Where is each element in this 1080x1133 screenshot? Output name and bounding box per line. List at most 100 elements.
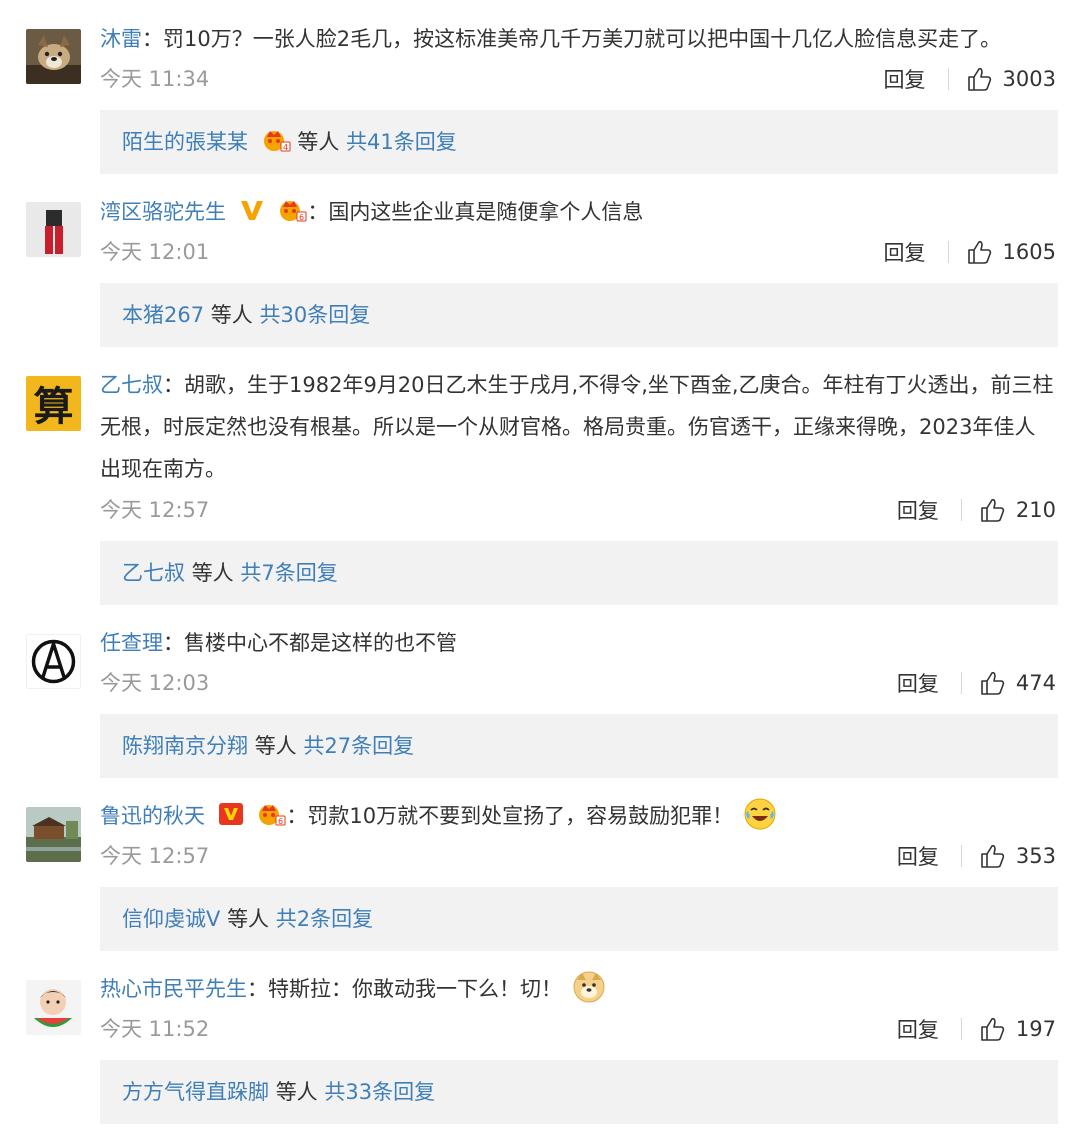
divider bbox=[960, 672, 962, 694]
doge-emoji bbox=[573, 971, 605, 1003]
avatar[interactable] bbox=[26, 807, 81, 862]
like-button[interactable]: 3003 bbox=[967, 66, 1056, 92]
thumbs-up-icon bbox=[981, 1017, 1005, 1041]
comment-text: 乙七叔：胡歌，生于1982年9月20日乙木生于戌月,不得令,坐下酉金,乙庚合。年… bbox=[100, 373, 1054, 481]
username[interactable]: 鲁迅的秋天 bbox=[100, 804, 205, 828]
reply-summary-total[interactable]: 共33条回复 bbox=[324, 1080, 435, 1104]
divider bbox=[947, 241, 949, 263]
timestamp: 今天 12:57 bbox=[100, 844, 210, 868]
thumbs-up-icon bbox=[981, 844, 1005, 868]
avatar[interactable] bbox=[26, 29, 81, 84]
svg-text:4: 4 bbox=[283, 143, 288, 152]
thumbs-up-icon bbox=[967, 240, 991, 264]
reply-button[interactable]: 回复 bbox=[897, 495, 939, 525]
reply-button[interactable]: 回复 bbox=[884, 64, 926, 94]
like-count: 197 bbox=[1015, 1017, 1056, 1041]
reply-summary-total[interactable]: 共41条回复 bbox=[346, 130, 457, 154]
divider bbox=[960, 1018, 962, 1040]
divider bbox=[960, 499, 962, 521]
comment-body: 胡歌，生于1982年9月20日乙木生于戌月,不得令,坐下酉金,乙庚合。年柱有丁火… bbox=[100, 373, 1054, 481]
avatar[interactable]: 算 bbox=[26, 376, 81, 431]
comment-text: 湾区骆驼先生 6 ：国内这些企业真是随便拿个人信息 bbox=[100, 200, 644, 224]
like-count: 3003 bbox=[1002, 67, 1056, 91]
thumbs-up-icon bbox=[981, 671, 1005, 695]
reply-summary-total[interactable]: 共2条回复 bbox=[276, 907, 373, 931]
comment-meta: 今天 12:01 回复 1605 bbox=[100, 232, 1056, 272]
reply-button[interactable]: 回复 bbox=[884, 237, 926, 267]
comment-body: 国内这些企业真是随便拿个人信息 bbox=[328, 200, 644, 224]
reply-button[interactable]: 回复 bbox=[897, 1014, 939, 1044]
reply-summary-user[interactable]: 本猪267 bbox=[122, 303, 204, 327]
timestamp: 今天 11:52 bbox=[100, 1017, 210, 1041]
reply-summary-user[interactable]: 信仰虔诚V bbox=[122, 907, 220, 931]
comment-body: 罚10万？一张人脸2毛几，按这标准美帝几千万美刀就可以把中国十几亿人脸信息买走了… bbox=[163, 27, 1002, 51]
avatar[interactable] bbox=[26, 980, 81, 1035]
thumbs-up-icon bbox=[981, 498, 1005, 522]
username[interactable]: 沐雷 bbox=[100, 27, 142, 51]
reply-summary[interactable]: 方方气得直跺脚 等人 共33条回复 bbox=[100, 1060, 1058, 1124]
reply-button[interactable]: 回复 bbox=[897, 668, 939, 698]
reply-summary-total[interactable]: 共27条回复 bbox=[303, 734, 414, 758]
comment-text: 鲁迅的秋天 6 ：罚款10万就不要到处宣扬了，容易鼓励犯罪！ bbox=[100, 795, 1056, 837]
like-count: 353 bbox=[1015, 844, 1056, 868]
verified-v-icon bbox=[240, 201, 263, 220]
reply-summary-mid: 等人 bbox=[227, 907, 270, 931]
username[interactable]: 乙七叔 bbox=[100, 373, 163, 397]
svg-text:6: 6 bbox=[278, 817, 283, 826]
like-button[interactable]: 474 bbox=[980, 670, 1056, 696]
like-button[interactable]: 197 bbox=[980, 1016, 1056, 1042]
divider bbox=[947, 68, 949, 90]
reply-summary-user[interactable]: 方方气得直跺脚 bbox=[122, 1080, 269, 1104]
reply-summary[interactable]: 乙七叔 等人 共7条回复 bbox=[100, 541, 1058, 605]
like-button[interactable]: 353 bbox=[980, 843, 1056, 869]
comment-body: 售楼中心不都是这样的也不管 bbox=[184, 631, 457, 655]
reply-summary[interactable]: 信仰虔诚V 等人 共2条回复 bbox=[100, 887, 1058, 951]
avatar[interactable] bbox=[26, 634, 81, 689]
reply-summary-mid: 等人 bbox=[254, 734, 297, 758]
reply-summary-mid: 等人 bbox=[275, 1080, 318, 1104]
comment-meta: 今天 11:34 回复 3003 bbox=[100, 59, 1056, 99]
reply-summary-user[interactable]: 陌生的張某某 bbox=[122, 130, 248, 154]
reply-summary[interactable]: 本猪267 等人 共30条回复 bbox=[100, 283, 1058, 347]
like-count: 474 bbox=[1015, 671, 1056, 695]
comment-meta: 今天 11:52 回复 197 bbox=[100, 1009, 1056, 1049]
avatar[interactable] bbox=[26, 202, 81, 257]
thumbs-up-icon bbox=[967, 67, 991, 91]
reply-summary[interactable]: 陈翔南京分翔 等人 共27条回复 bbox=[100, 714, 1058, 778]
comment-text: 沐雷：罚10万？一张人脸2毛几，按这标准美帝几千万美刀就可以把中国十几亿人脸信息… bbox=[100, 27, 1002, 51]
reply-summary-total[interactable]: 共7条回复 bbox=[240, 561, 337, 585]
like-count: 210 bbox=[1015, 498, 1056, 522]
svg-text:6: 6 bbox=[299, 213, 304, 222]
reply-summary-user[interactable]: 乙七叔 bbox=[122, 561, 185, 585]
comment-meta: 今天 12:57 回复 210 bbox=[100, 490, 1056, 530]
timestamp: 今天 12:01 bbox=[100, 240, 210, 264]
timestamp: 今天 12:03 bbox=[100, 671, 210, 695]
username[interactable]: 任查理 bbox=[100, 631, 163, 655]
verified-v-icon bbox=[218, 803, 243, 825]
comment-meta: 今天 12:57 回复 353 bbox=[100, 836, 1056, 876]
divider bbox=[960, 845, 962, 867]
timestamp: 今天 11:34 bbox=[100, 67, 210, 91]
comment-text: 热心市民平先生：特斯拉：你敢动我一下么！切！ bbox=[100, 968, 1056, 1010]
comment-body: 罚款10万就不要到处宣扬了，容易鼓励犯罪！ bbox=[307, 804, 734, 828]
timestamp: 今天 12:57 bbox=[100, 498, 210, 522]
crown-badge-icon: 4 bbox=[263, 131, 291, 152]
crown-badge-icon: 6 bbox=[259, 805, 286, 826]
reply-button[interactable]: 回复 bbox=[897, 841, 939, 871]
crown-badge-icon: 6 bbox=[280, 201, 307, 222]
reply-summary-total[interactable]: 共30条回复 bbox=[259, 303, 370, 327]
reply-summary-mid: 等人 bbox=[210, 303, 253, 327]
username[interactable]: 热心市民平先生 bbox=[100, 977, 247, 1001]
reply-summary[interactable]: 陌生的張某某 4 等人 共41条回复 bbox=[100, 110, 1058, 174]
reply-summary-mid: 等人 bbox=[297, 130, 340, 154]
comment-text: 任查理：售楼中心不都是这样的也不管 bbox=[100, 631, 457, 655]
svg-text:算: 算 bbox=[34, 383, 74, 430]
username[interactable]: 湾区骆驼先生 bbox=[100, 200, 226, 224]
reply-summary-mid: 等人 bbox=[191, 561, 234, 585]
like-button[interactable]: 210 bbox=[980, 497, 1056, 523]
like-count: 1605 bbox=[1002, 240, 1056, 264]
comment-meta: 今天 12:03 回复 474 bbox=[100, 663, 1056, 703]
like-button[interactable]: 1605 bbox=[967, 239, 1056, 265]
reply-summary-user[interactable]: 陈翔南京分翔 bbox=[122, 734, 248, 758]
comment-body: 特斯拉：你敢动我一下么！切！ bbox=[268, 977, 562, 1001]
